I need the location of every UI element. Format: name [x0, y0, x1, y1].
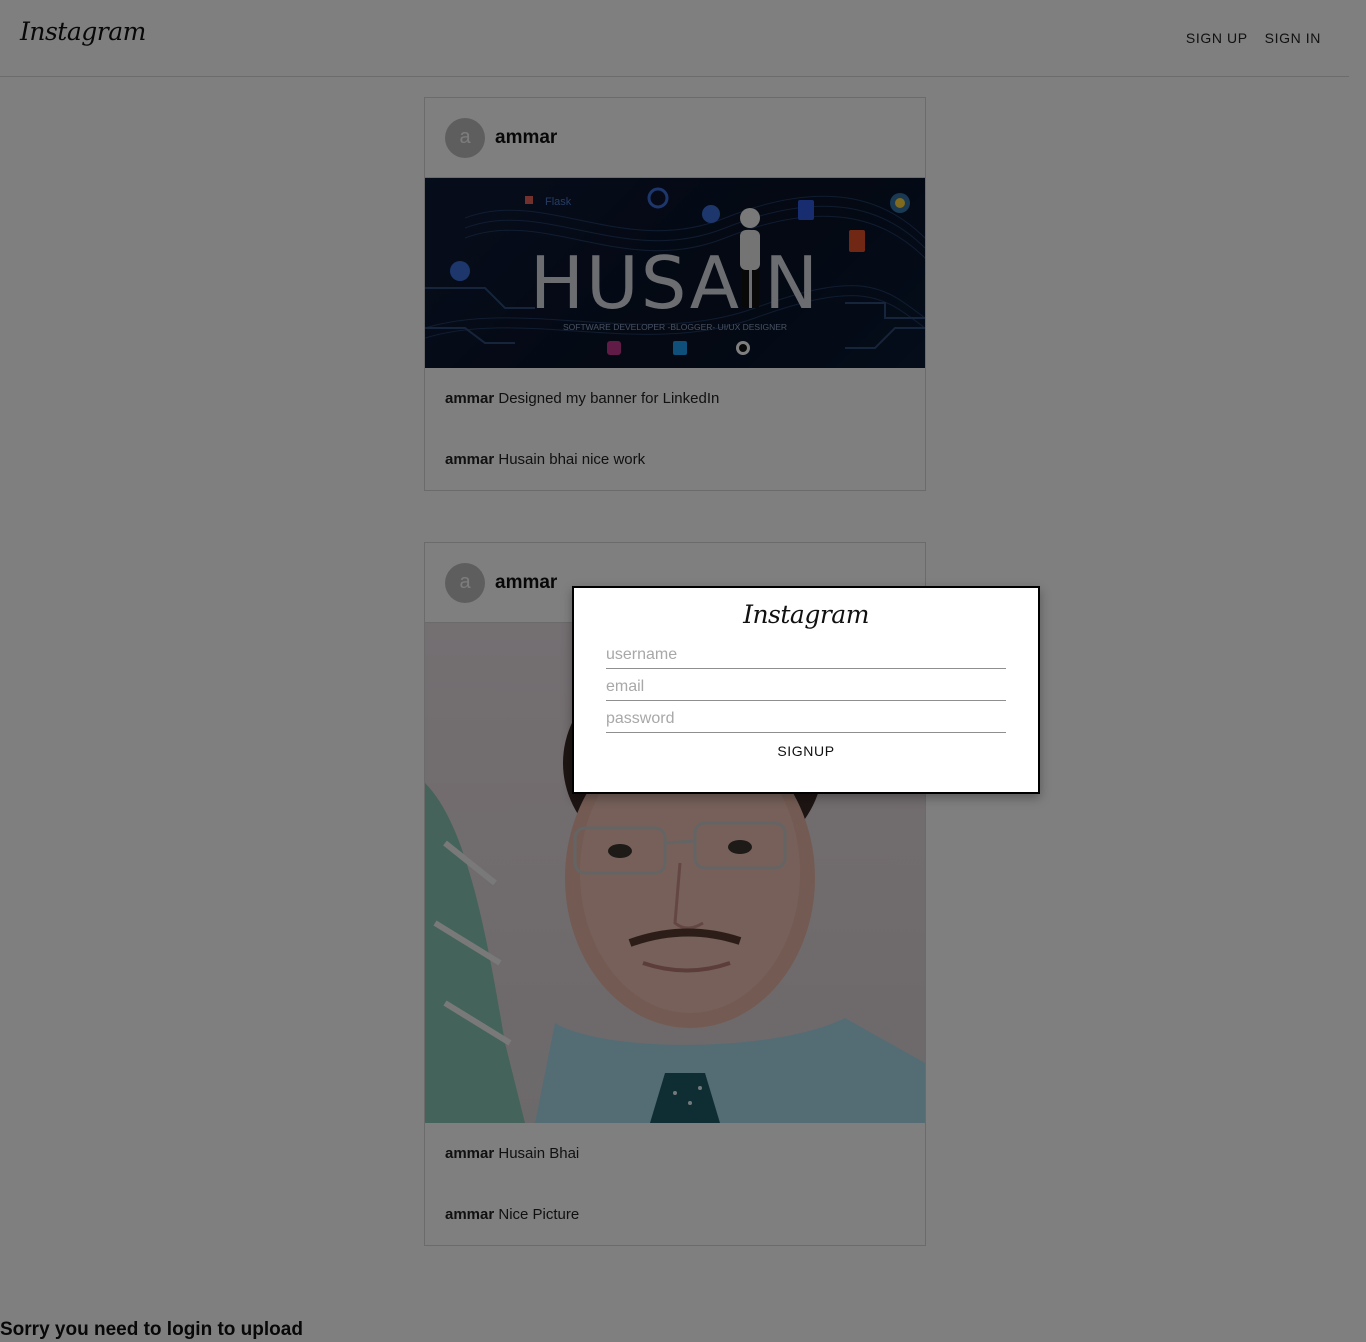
password-field[interactable]: [606, 706, 1006, 733]
modal-instagram-logo: Instagram: [743, 600, 869, 629]
email-field[interactable]: [606, 674, 1006, 701]
username-field[interactable]: [606, 642, 1006, 669]
signup-modal: Instagram SIGNUP: [572, 586, 1040, 794]
signup-submit-button[interactable]: SIGNUP: [766, 742, 846, 760]
